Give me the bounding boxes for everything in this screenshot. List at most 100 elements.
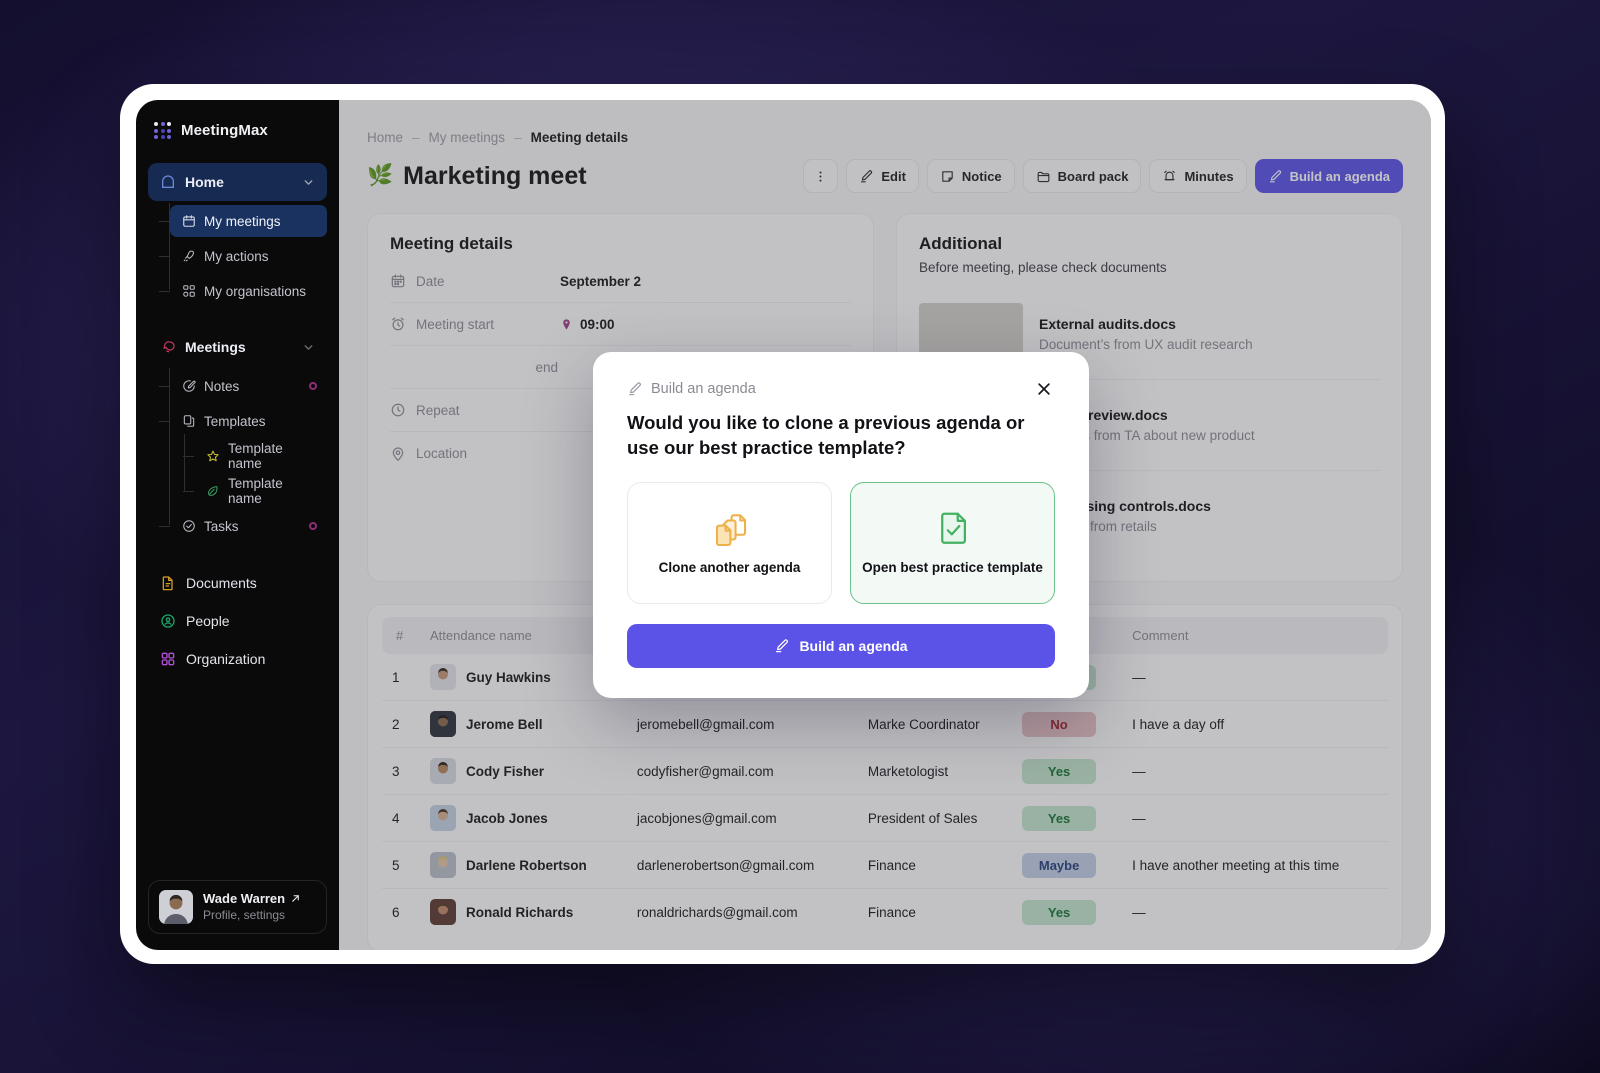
clone-another-agenda-option[interactable]: Clone another agenda: [627, 482, 832, 605]
sidebar-item-templates[interactable]: Templates: [159, 405, 327, 437]
status-badge[interactable]: Yes: [1022, 899, 1097, 925]
modal-build-an-agenda-button[interactable]: Build an agenda: [627, 624, 1055, 669]
breadcrumb-my-meetings[interactable]: My meetings: [429, 130, 506, 145]
sidebar-item-template-2[interactable]: Template name: [183, 475, 327, 507]
clone-another-agenda-label: Clone another agenda: [658, 560, 801, 576]
main-content: Home – My meetings – Meeting details 🌿 M…: [339, 100, 1431, 950]
row-index: 6: [392, 904, 400, 920]
status-badge[interactable]: Maybe: [1022, 852, 1097, 878]
copy-icon: [182, 414, 196, 428]
open-best-practice-template-label: Open best practice template: [862, 560, 1043, 576]
row-email: ronaldrichards@gmail.com: [636, 904, 798, 920]
calendar-icon: [182, 214, 196, 228]
row-position: Marke Coordinator: [857, 700, 1013, 748]
pencil-icon: [1268, 169, 1283, 184]
page-title: 🌿 Marketing meet: [367, 162, 587, 191]
close-icon[interactable]: [1033, 378, 1055, 400]
page-header: 🌿 Marketing meet Edit Notice Board pack …: [367, 159, 1403, 193]
leaf-icon: [206, 484, 220, 498]
row-name-cell: Ronald Richards: [420, 889, 627, 936]
sidebar-item-home[interactable]: Home: [148, 163, 327, 201]
logo-dot: [160, 128, 165, 133]
table-row[interactable]: 4 Jacob Jones jacobjones@gmail.com Presiden…: [382, 794, 1388, 842]
table-row[interactable]: 6 Ronald Richards ronaldrichards@gmail.com…: [382, 889, 1388, 936]
status-badge[interactable]: Yes: [1022, 805, 1097, 831]
person-name: Darlene Robertson: [466, 857, 587, 873]
breadcrumb-home[interactable]: Home: [367, 130, 403, 145]
sidebar-item-my-meetings[interactable]: My meetings: [159, 205, 327, 237]
document-icon: [160, 575, 176, 591]
row-comment: —: [1122, 794, 1388, 842]
rocket-icon: [182, 249, 196, 263]
edit-button[interactable]: Edit: [846, 159, 919, 193]
copy-documents-icon: [711, 509, 749, 547]
chevron-down-icon[interactable]: [302, 341, 315, 354]
row-comment: I have another meeting at this time: [1122, 841, 1388, 889]
sidebar-item-notes-label: Notes: [204, 378, 240, 394]
row-index: 2: [382, 700, 420, 748]
row-name-cell: Jerome Bell: [420, 700, 627, 748]
detail-label-date: Date: [390, 273, 560, 289]
table-row[interactable]: 3 Cody Fisher codyfisher@gmail.com Marketol…: [382, 747, 1388, 795]
bell-icon: [1162, 169, 1177, 184]
person: Jerome Bell: [430, 711, 617, 737]
avatar: [430, 805, 456, 831]
row-comment: —: [1132, 904, 1146, 920]
minutes-button[interactable]: Minutes: [1149, 159, 1247, 193]
chevron-down-icon[interactable]: [302, 176, 315, 189]
row-index: 5: [382, 841, 420, 889]
sidebar-item-template-1[interactable]: Template name: [183, 440, 327, 472]
sidebar-item-my-organisations-label: My organisations: [204, 283, 307, 299]
sidebar-item-my-organisations[interactable]: My organisations: [159, 275, 327, 307]
sidebar-item-templates-label: Templates: [204, 413, 266, 429]
modal-cta-label: Build an agenda: [799, 638, 908, 655]
sidebar-item-notes[interactable]: Notes: [159, 370, 327, 402]
avatar: [430, 758, 456, 784]
organisations-icon: [182, 284, 196, 298]
column-header-comment[interactable]: Comment: [1122, 617, 1388, 654]
more-options-button[interactable]: [803, 159, 839, 193]
notice-button-label: Notice: [961, 168, 1002, 184]
table-row[interactable]: 5 Darlene Robertson darlenerobertson@gmail…: [382, 841, 1388, 889]
detail-label-meeting-start-text: Meeting start: [416, 316, 495, 332]
row-name-cell: Darlene Robertson: [420, 841, 627, 889]
folder-icon: [1036, 169, 1051, 184]
sidebar-item-meetings[interactable]: Meetings: [148, 328, 327, 366]
profile-name: Wade Warren: [203, 890, 286, 906]
people-icon: [160, 613, 176, 629]
row-attendance-cell: Yes: [1012, 747, 1123, 795]
person-name: Cody Fisher: [466, 763, 545, 779]
table-row[interactable]: 2 Jerome Bell jeromebell@gmail.com Marke Co…: [382, 700, 1388, 748]
tasks-status-dot: [309, 522, 317, 530]
notice-button[interactable]: Notice: [926, 159, 1015, 193]
build-an-agenda-button[interactable]: Build an agenda: [1254, 159, 1403, 193]
profile-card[interactable]: Wade Warren Profile, settings: [148, 880, 327, 934]
organization-icon: [160, 651, 176, 667]
home-subnav: My meetings My actions My organisations: [148, 203, 327, 307]
row-index: 4: [382, 794, 420, 842]
row-email: jacobjones@gmail.com: [626, 794, 858, 842]
person: Jacob Jones: [430, 805, 617, 831]
sidebar-item-template-2-label: Template name: [228, 476, 283, 506]
templates-subnav: Template name Template name: [170, 434, 327, 507]
logo-dot: [154, 135, 158, 139]
detail-label-meeting-start: Meeting start: [390, 316, 560, 332]
status-badge[interactable]: No: [1022, 711, 1097, 737]
map-pin-icon: [390, 446, 406, 462]
minutes-button-label: Minutes: [1184, 168, 1234, 184]
detail-row-date[interactable]: Date September 2: [390, 260, 851, 303]
row-attendance-cell: No: [1012, 700, 1123, 748]
open-best-practice-template-option[interactable]: Open best practice template: [850, 482, 1055, 605]
status-badge[interactable]: Yes: [1022, 758, 1097, 784]
sidebar-item-my-actions[interactable]: My actions: [159, 240, 327, 272]
sidebar-item-tasks[interactable]: Tasks: [159, 510, 327, 542]
alarm-clock-icon: [390, 316, 406, 332]
sidebar-item-documents[interactable]: Documents: [148, 565, 327, 601]
sidebar-item-organization[interactable]: Organization: [148, 641, 327, 677]
pencil-icon: [859, 169, 874, 184]
detail-row-meeting-start[interactable]: Meeting start 09:00: [390, 303, 851, 346]
column-header-index[interactable]: #: [382, 617, 420, 654]
detail-label-date-text: Date: [416, 273, 445, 289]
sidebar-item-people[interactable]: People: [148, 603, 327, 639]
board-pack-button[interactable]: Board pack: [1022, 159, 1142, 193]
